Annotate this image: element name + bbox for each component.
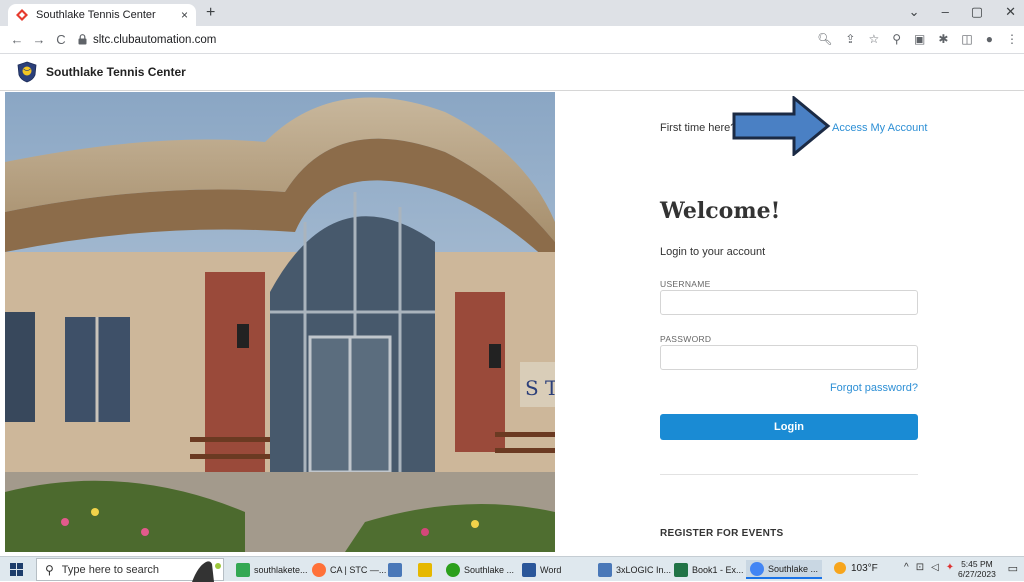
profile-icon[interactable]: ●	[986, 32, 993, 46]
reload-button[interactable]: C	[50, 32, 72, 47]
side-panel-icon[interactable]: ◫	[961, 32, 972, 46]
windows-start-icon[interactable]	[10, 563, 23, 576]
taskbar-app[interactable]: Word	[522, 560, 561, 579]
welcome-heading: Welcome!	[660, 198, 781, 224]
notifications-icon[interactable]: ▭	[1008, 562, 1018, 575]
app-label: CA | STC —...	[330, 564, 387, 575]
access-my-account-link[interactable]: Access My Account	[832, 122, 927, 134]
taskbar-app[interactable]	[418, 560, 436, 579]
taskbar-app[interactable]: Book1 - Ex...	[674, 560, 744, 579]
forgot-password-link[interactable]: Forgot password?	[830, 382, 918, 394]
puzzle-icon[interactable]: ✱	[938, 32, 948, 46]
register-for-events-heading[interactable]: REGISTER FOR EVENTS	[660, 528, 784, 539]
menu-dots-icon[interactable]: ⋮	[1006, 32, 1018, 46]
address-bar[interactable]: sltc.clubautomation.com	[93, 34, 216, 46]
close-window-button[interactable]: ✕	[1005, 4, 1016, 20]
password-label: PASSWORD	[660, 334, 712, 344]
search-placeholder: Type here to search	[61, 563, 160, 576]
username-input[interactable]	[660, 290, 918, 315]
login-button[interactable]: Login	[660, 414, 918, 440]
app-icon	[236, 562, 250, 577]
lock-icon[interactable]	[78, 34, 87, 45]
quickbooks-icon	[446, 562, 460, 577]
app-icon	[388, 562, 402, 577]
sun-icon	[834, 562, 846, 574]
app-icon	[598, 562, 612, 577]
bookmark-star-icon[interactable]: ☆	[868, 32, 879, 46]
file-explorer-icon	[418, 562, 432, 577]
tennis-player-icon	[192, 561, 221, 582]
site-header: Southlake Tennis Center	[0, 54, 1024, 91]
taskbar-app-active[interactable]: Southlake ...	[746, 560, 823, 579]
extension-icon[interactable]: ⚲	[892, 32, 901, 46]
toolbar-icons: 🔍︎ ⇪ ☆ ⚲ ▣ ✱ ◫ ● ⋮	[817, 32, 1018, 46]
temperature: 103°F	[851, 562, 878, 574]
browser-tab[interactable]: Southlake Tennis Center ×	[8, 4, 196, 26]
search-icon: ⚲	[45, 562, 54, 577]
chrome-icon	[750, 561, 764, 576]
maximize-button[interactable]: ▢	[971, 4, 983, 20]
taskbar-app[interactable]: Southlake ...	[446, 560, 514, 579]
tab-close-icon[interactable]: ×	[181, 8, 188, 22]
taskbar-app[interactable]: 3xLOGIC In...	[598, 560, 671, 579]
tab-title: Southlake Tennis Center	[36, 9, 156, 21]
login-subtitle: Login to your account	[660, 246, 766, 258]
building-photo: S T	[5, 92, 555, 552]
share-icon[interactable]: ⇪	[845, 32, 855, 46]
site-favicon-icon	[16, 9, 28, 21]
tennis-center-image: S T	[5, 92, 555, 552]
taskbar-app[interactable]: CA | STC —...	[312, 560, 386, 579]
clock[interactable]: 5:45 PM 6/27/2023	[958, 559, 996, 579]
minimize-button[interactable]: –	[942, 4, 949, 20]
taskbar-app[interactable]	[388, 560, 406, 579]
windows-taskbar: ⚲ Type here to search southlakete... CA …	[0, 556, 1024, 582]
forward-button[interactable]: →	[28, 32, 50, 47]
browser-toolbar: ← → C sltc.clubautomation.com 🔍︎ ⇪ ☆ ⚲ ▣…	[0, 26, 1024, 54]
network-icon[interactable]: ⊡	[916, 562, 924, 573]
clock-time: 5:45 PM	[961, 559, 993, 569]
weather-widget[interactable]: 103°F	[834, 562, 878, 574]
app-tray-icon[interactable]: ✦	[946, 562, 954, 573]
chevron-up-icon[interactable]: ^	[904, 562, 909, 573]
app-label: 3xLOGIC In...	[616, 564, 672, 575]
excel-icon	[674, 562, 688, 577]
app-label: Word	[540, 564, 562, 575]
username-label: USERNAME	[660, 279, 711, 289]
login-panel: First time here? Access My Account Welco…	[556, 92, 1024, 552]
app-label: Book1 - Ex...	[692, 564, 744, 575]
firefox-icon	[312, 562, 326, 577]
right-arrow-icon	[732, 96, 831, 156]
password-input[interactable]	[660, 345, 918, 370]
app-label: Southlake ...	[464, 564, 515, 575]
taskbar-app[interactable]: southlakete...	[236, 560, 308, 579]
back-button[interactable]: ←	[6, 32, 28, 47]
club-logo-icon[interactable]	[17, 61, 37, 83]
clock-date: 6/27/2023	[958, 569, 996, 579]
browser-tab-strip: Southlake Tennis Center × + ⌄ – ▢ ✕	[0, 0, 1024, 26]
app-label: southlakete...	[254, 564, 308, 575]
window-controls: ⌄ – ▢ ✕	[909, 4, 1016, 20]
cast-icon[interactable]: ▣	[914, 32, 925, 46]
first-time-text: First time here?	[660, 122, 737, 134]
site-name[interactable]: Southlake Tennis Center	[46, 65, 186, 79]
divider	[660, 474, 918, 475]
new-tab-button[interactable]: +	[206, 4, 215, 22]
word-icon	[522, 562, 536, 577]
building-sign: S T	[525, 376, 555, 400]
volume-icon[interactable]: ◁	[931, 562, 939, 573]
system-tray: ^ ⊡ ◁ ✦	[904, 562, 954, 573]
app-label: Southlake ...	[768, 563, 819, 574]
zoom-icon[interactable]: 🔍︎	[817, 32, 832, 46]
tab-search-icon[interactable]: ⌄	[909, 4, 920, 20]
